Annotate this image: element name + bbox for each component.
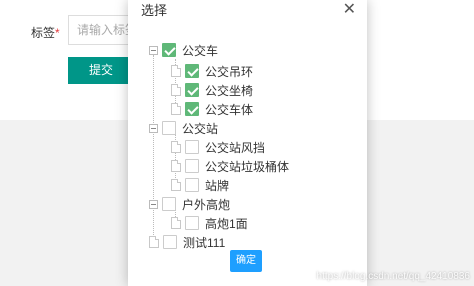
tree-node-label: 公交吊环 xyxy=(205,64,254,79)
tree-checkbox[interactable] xyxy=(162,121,176,135)
tree-node[interactable]: 公交站垃圾桶体 xyxy=(171,157,289,175)
watermark: https://blog.csdn.net/qq_42410836 xyxy=(316,271,470,282)
tree-node[interactable]: 公交站 xyxy=(149,119,218,137)
tree-checkbox[interactable] xyxy=(162,43,176,57)
document-icon xyxy=(171,141,181,153)
tag-label: 标签* xyxy=(31,26,60,40)
tree-node-label: 站牌 xyxy=(205,178,230,193)
tree-node-label: 公交站风挡 xyxy=(205,140,266,155)
tree-checkbox[interactable] xyxy=(185,159,199,173)
document-icon xyxy=(171,179,181,191)
tree-checkbox[interactable] xyxy=(185,140,199,154)
document-icon xyxy=(149,236,159,248)
required-mark: * xyxy=(55,26,60,40)
document-icon xyxy=(171,160,181,172)
tree-node-label: 高炮1面 xyxy=(205,216,248,231)
tree-checkbox[interactable] xyxy=(185,216,199,230)
tree-checkbox[interactable] xyxy=(185,102,199,116)
tree-node[interactable]: 测试111 xyxy=(149,233,225,251)
document-icon xyxy=(171,217,181,229)
tree-checkbox[interactable] xyxy=(185,83,199,97)
close-icon[interactable]: ✕ xyxy=(343,2,356,18)
tree-checkbox[interactable] xyxy=(185,178,199,192)
collapse-icon[interactable] xyxy=(149,45,158,55)
tree-node[interactable]: 站牌 xyxy=(171,176,229,194)
tree-node-label: 户外高炮 xyxy=(182,197,231,212)
collapse-icon[interactable] xyxy=(149,199,158,209)
submit-button[interactable]: 提交 xyxy=(68,57,134,84)
tree-node[interactable]: 户外高炮 xyxy=(149,195,230,213)
tree-checkbox[interactable] xyxy=(162,197,176,211)
tree-node[interactable]: 公交车体 xyxy=(171,100,253,118)
document-icon xyxy=(171,103,181,115)
dialog-title: 选择 xyxy=(141,3,168,18)
tree-node[interactable]: 公交坐椅 xyxy=(171,81,253,99)
tree-node-label: 公交站 xyxy=(182,121,219,136)
tree-node-label: 公交车 xyxy=(182,43,219,58)
tree-node-label: 公交坐椅 xyxy=(205,83,254,98)
tree-node[interactable]: 公交吊环 xyxy=(171,62,253,80)
tree-node[interactable]: 公交站风挡 xyxy=(171,138,265,156)
tree-checkbox[interactable] xyxy=(163,235,177,249)
tree-checkbox[interactable] xyxy=(185,64,199,78)
collapse-icon[interactable] xyxy=(149,123,158,133)
document-icon xyxy=(171,84,181,96)
tree-node-label: 公交站垃圾桶体 xyxy=(205,159,290,174)
confirm-button[interactable]: 确定 xyxy=(230,250,262,272)
tree-node-label: 测试111 xyxy=(183,235,226,250)
tree-node-label: 公交车体 xyxy=(205,102,254,117)
tree-line xyxy=(153,55,154,245)
tree-node[interactable]: 公交车 xyxy=(149,41,218,59)
tree-node[interactable]: 高炮1面 xyxy=(171,214,248,232)
document-icon xyxy=(171,65,181,77)
